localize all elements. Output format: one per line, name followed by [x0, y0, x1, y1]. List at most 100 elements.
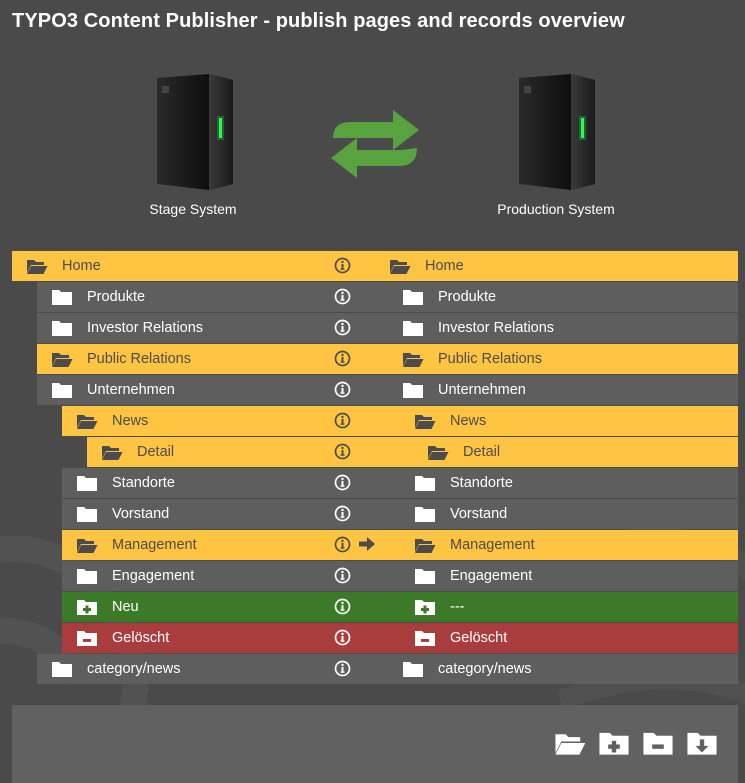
remove-page-button[interactable] — [642, 729, 674, 757]
folder-minus-icon — [77, 631, 97, 646]
folder-icon — [77, 507, 97, 522]
stage-page-label: Detail — [137, 444, 175, 460]
production-page-label: Management — [450, 537, 535, 553]
stage-page-label: Public Relations — [87, 351, 191, 367]
production-page-label: category/news — [438, 661, 532, 677]
folder-icon — [415, 569, 435, 584]
tree-row[interactable]: Management Management — [0, 530, 745, 561]
folder-plus-icon — [599, 732, 629, 755]
info-icon[interactable] — [334, 288, 351, 305]
publish-button[interactable] — [686, 729, 718, 757]
info-icon[interactable] — [334, 567, 351, 584]
info-icon[interactable] — [334, 474, 351, 491]
tree-row-background — [62, 592, 738, 622]
action-toolbar — [12, 705, 738, 783]
folder-download-icon — [687, 732, 717, 755]
stage-page-label: Produkte — [87, 289, 146, 305]
folder-open-icon — [52, 353, 73, 367]
folder-open-icon — [555, 734, 586, 755]
stage-page-label: Gelöscht — [112, 630, 170, 646]
folder-icon — [403, 290, 423, 305]
production-server-icon — [519, 74, 595, 190]
folder-open-icon — [415, 539, 436, 553]
tree-row[interactable]: Unternehmen Unternehmen — [0, 375, 745, 406]
stage-page-label: News — [112, 413, 149, 429]
stage-system-label: Stage System — [149, 201, 237, 217]
tree-row[interactable]: category/news category/news — [0, 654, 745, 685]
stage-page-label: Neu — [112, 599, 139, 615]
folder-plus-icon — [415, 600, 435, 615]
info-icon[interactable] — [334, 629, 351, 646]
production-page-label: Unternehmen — [438, 382, 526, 398]
folder-icon — [403, 383, 423, 398]
folder-open-icon — [102, 446, 123, 460]
folder-icon — [415, 476, 435, 491]
tree-row[interactable]: Public Relations Public Relations — [0, 344, 745, 375]
production-page-label: Gelöscht — [450, 630, 508, 646]
content-publisher-overview: TYPO3 Content Publisher - publish pages … — [0, 0, 745, 783]
expand-all-button[interactable] — [554, 729, 586, 757]
stage-page-label: Vorstand — [112, 506, 170, 522]
production-system-label: Production System — [497, 201, 615, 217]
tree-row[interactable]: Gelöscht Gelöscht — [0, 623, 745, 654]
info-icon[interactable] — [334, 536, 351, 553]
tree-row[interactable]: Home Home — [0, 251, 745, 282]
info-icon[interactable] — [334, 505, 351, 522]
tree-row[interactable]: News News — [0, 406, 745, 437]
production-page-label: Home — [425, 258, 464, 274]
info-icon[interactable] — [334, 443, 351, 460]
tree-row[interactable]: Vorstand Vorstand — [0, 499, 745, 530]
tree-row[interactable]: Engagement Engagement — [0, 561, 745, 592]
folder-icon — [52, 290, 72, 305]
folder-open-icon — [403, 353, 424, 367]
info-icon[interactable] — [334, 598, 351, 615]
stage-page-label: Unternehmen — [87, 382, 175, 398]
production-page-label: News — [450, 413, 487, 429]
folder-icon — [77, 569, 97, 584]
tree-row[interactable]: Standorte Standorte — [0, 468, 745, 499]
info-icon[interactable] — [334, 257, 351, 274]
production-page-label: Public Relations — [438, 351, 542, 367]
folder-open-icon — [77, 539, 98, 553]
add-page-button[interactable] — [598, 729, 630, 757]
stage-page-label: Standorte — [112, 475, 175, 491]
production-page-label: Detail — [463, 444, 501, 460]
folder-open-icon — [415, 415, 436, 429]
tree-row[interactable]: Neu --- — [0, 592, 745, 623]
tree-row[interactable]: Detail Detail — [0, 437, 745, 468]
folder-icon — [52, 321, 72, 336]
folder-icon — [403, 321, 423, 336]
folder-icon — [52, 383, 72, 398]
folder-icon — [77, 476, 97, 491]
info-icon[interactable] — [334, 350, 351, 367]
production-page-label: Produkte — [438, 289, 497, 305]
folder-open-icon — [27, 260, 48, 274]
stage-page-label: Management — [112, 537, 197, 553]
stage-page-label: Home — [62, 258, 101, 274]
production-page-label: Investor Relations — [438, 320, 555, 336]
folder-plus-icon — [77, 600, 97, 615]
sync-arrows-icon — [331, 110, 419, 178]
tree-row-background — [87, 437, 738, 467]
production-page-label: Standorte — [450, 475, 513, 491]
stage-page-label: Engagement — [112, 568, 195, 584]
folder-open-icon — [390, 260, 411, 274]
production-page-label: Vorstand — [450, 506, 508, 522]
folder-open-icon — [428, 446, 449, 460]
tree-row-background — [62, 406, 738, 436]
stage-page-label: category/news — [87, 661, 181, 677]
info-icon[interactable] — [334, 660, 351, 677]
production-page-label: Engagement — [450, 568, 533, 584]
info-icon[interactable] — [334, 381, 351, 398]
folder-minus-icon — [415, 631, 435, 646]
folder-icon — [403, 662, 423, 677]
page-tree: Home Home Produkte Produkte Investor Relatio… — [0, 251, 745, 685]
tree-row[interactable]: Produkte Produkte — [0, 282, 745, 313]
tree-row-background — [12, 251, 738, 281]
stage-server-icon — [157, 74, 233, 190]
info-icon[interactable] — [334, 319, 351, 336]
info-icon[interactable] — [334, 412, 351, 429]
publish-arrow-icon[interactable] — [359, 537, 375, 551]
folder-icon — [415, 507, 435, 522]
tree-row[interactable]: Investor Relations Investor Relations — [0, 313, 745, 344]
